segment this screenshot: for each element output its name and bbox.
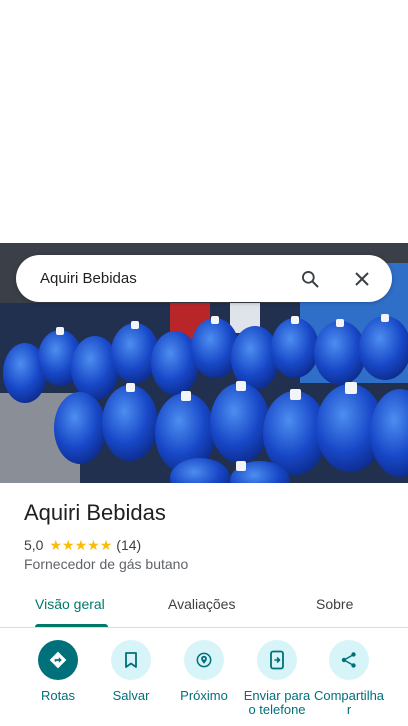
send-to-phone-icon [257, 640, 297, 680]
action-bar: Rotas Salvar Próximo Enviar para o telef… [0, 640, 408, 726]
place-tabs: Visão geral Avaliações Sobre [0, 585, 408, 628]
map-area[interactable] [0, 0, 408, 243]
close-icon[interactable] [344, 261, 380, 297]
search-bar[interactable]: Aquiri Bebidas [16, 255, 392, 302]
star-icon: ★ [99, 537, 113, 553]
place-name: Aquiri Bebidas [24, 500, 166, 525]
send-to-phone-label: Enviar para o telefone [243, 688, 311, 717]
send-to-phone-button[interactable]: Enviar para o telefone [240, 640, 314, 717]
directions-label: Rotas [41, 688, 75, 703]
bookmark-icon [111, 640, 151, 680]
star-icon: ★ [87, 537, 100, 553]
star-icon: ★ [74, 537, 88, 553]
rating-row[interactable]: 5,0 ★ ★ ★ ★ ★ (14) [24, 536, 141, 554]
review-count[interactable]: (14) [116, 537, 141, 553]
rating-value: 5,0 [24, 537, 44, 553]
nearby-icon [184, 640, 224, 680]
directions-icon [38, 640, 78, 680]
nearby-button[interactable]: Próximo [167, 640, 241, 703]
share-label: Compartilhar [313, 688, 385, 717]
tab-overview[interactable]: Visão geral [35, 596, 105, 612]
directions-button[interactable]: Rotas [21, 640, 95, 703]
search-icon[interactable] [292, 261, 328, 297]
nearby-label: Próximo [180, 688, 228, 703]
tab-reviews[interactable]: Avaliações [168, 596, 235, 612]
tab-about[interactable]: Sobre [316, 596, 353, 612]
share-button[interactable]: Compartilhar [312, 640, 386, 717]
star-icon: ★ [62, 537, 75, 553]
search-input[interactable]: Aquiri Bebidas [16, 270, 292, 287]
star-icon: ★ [49, 537, 63, 553]
share-icon [329, 640, 369, 680]
save-button[interactable]: Salvar [94, 640, 168, 703]
active-tab-indicator [35, 624, 108, 627]
save-label: Salvar [112, 688, 150, 703]
rating-stars: ★ ★ ★ ★ ★ [49, 538, 112, 552]
place-category: Fornecedor de gás butano [24, 556, 189, 572]
